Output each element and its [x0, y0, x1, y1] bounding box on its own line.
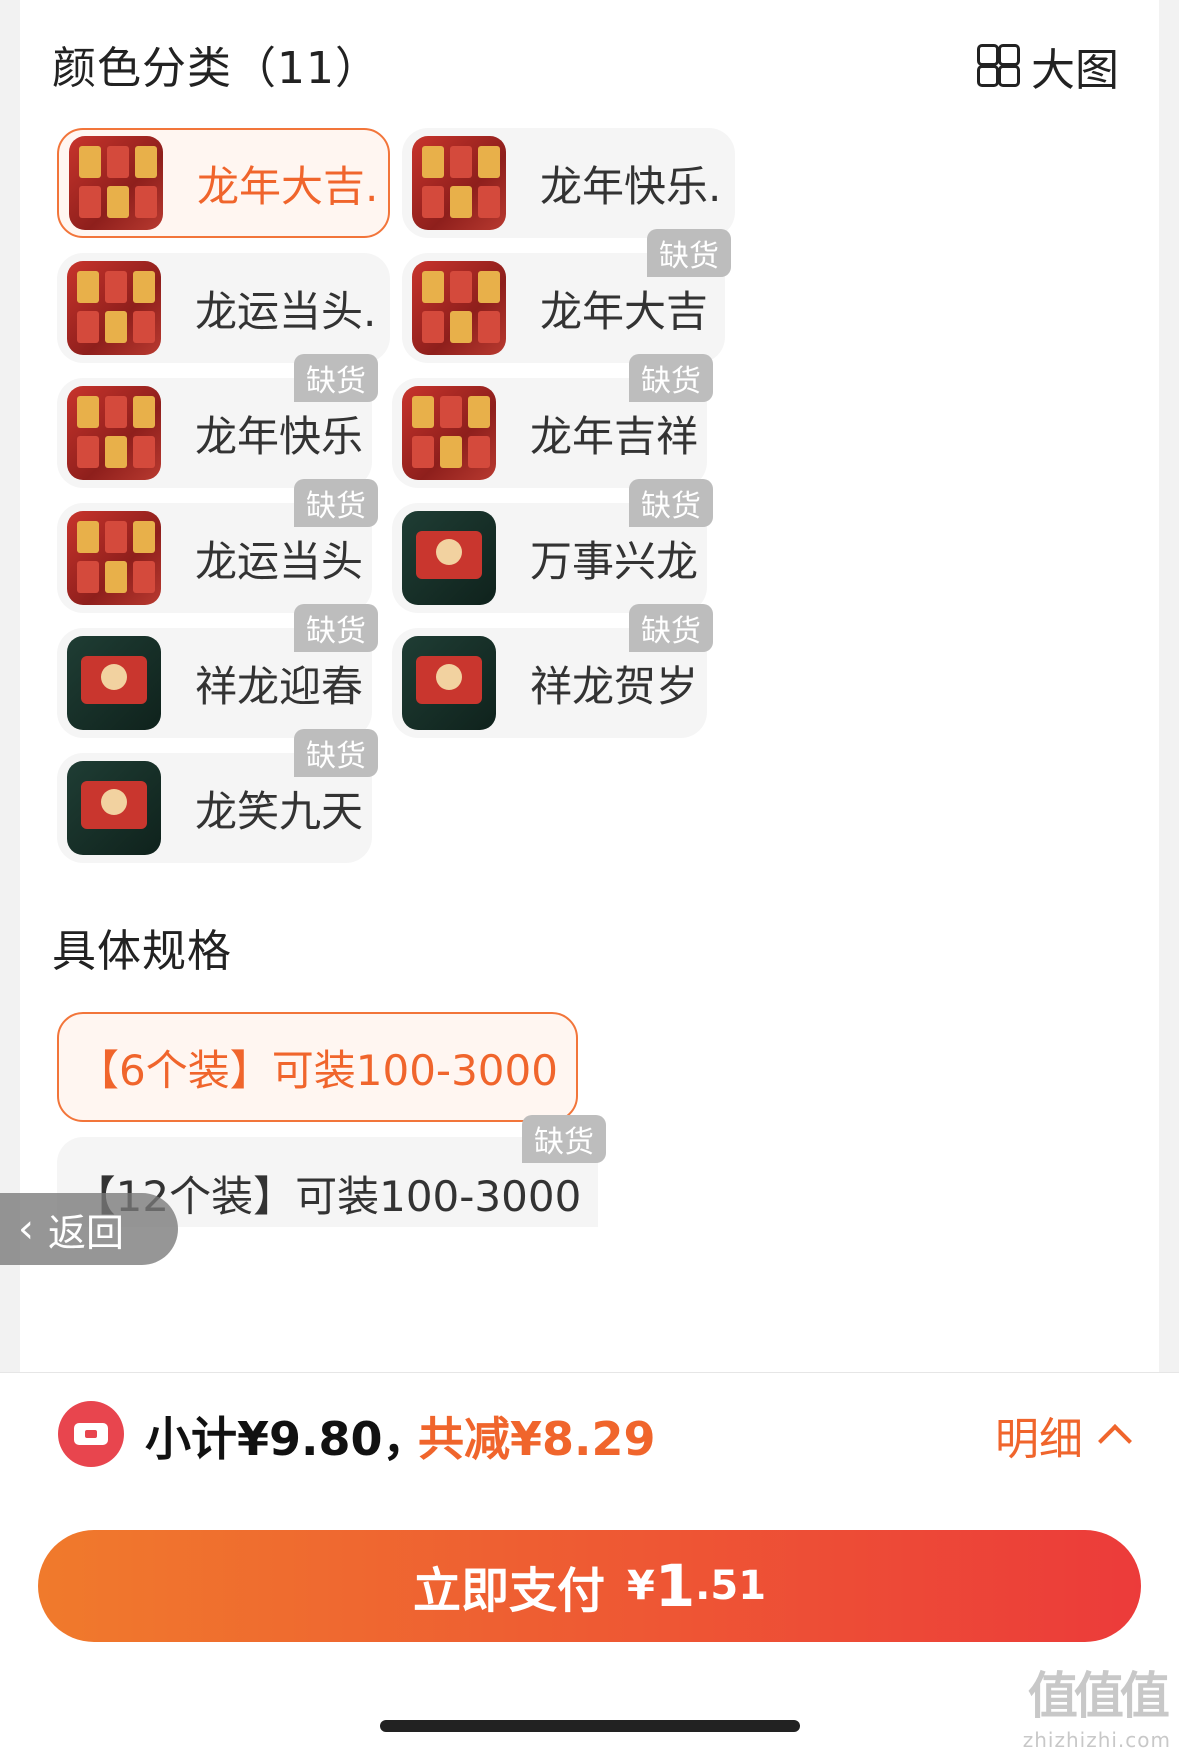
coupon-icon [58, 1401, 124, 1467]
spec-option-label: 【6个装】可装100-3000 [77, 1045, 558, 1095]
big-image-label: 大图 [1031, 45, 1119, 96]
product-thumbnail [69, 136, 163, 230]
pay-amount-integer: 1 [654, 1552, 696, 1620]
color-option[interactable]: 龙年大吉. [57, 128, 390, 238]
product-thumbnail [67, 386, 161, 480]
product-thumbnail [412, 136, 506, 230]
color-option[interactable]: 龙年快乐. [402, 128, 735, 238]
color-option-label: 龙运当头 [195, 536, 364, 586]
watermark-logo: 值值值 [1027, 1667, 1170, 1725]
color-option[interactable]: 龙年大吉 缺货 [402, 229, 731, 363]
sku-selector-sheet: 颜色分类（11） 大图 龙年大吉. 龙年快乐. 龙运当头. 龙年大吉 缺货 龙年… [20, 0, 1159, 1372]
back-button[interactable]: ‹ 返回 [0, 1193, 178, 1265]
out-of-stock-badge: 缺货 [294, 479, 378, 527]
color-option[interactable]: 龙运当头. [57, 253, 390, 363]
out-of-stock-badge: 缺货 [629, 479, 713, 527]
color-option[interactable]: 龙运当头 缺货 [57, 479, 378, 613]
color-option[interactable]: 祥龙迎春 缺货 [57, 604, 378, 738]
color-option-label: 龙年快乐. [540, 161, 722, 211]
color-option-label: 龙运当头. [195, 286, 377, 336]
discount-text: 共减¥8.29 [418, 1412, 656, 1466]
subtotal-text: 小计¥9.80， [145, 1412, 429, 1466]
color-option-label: 龙年大吉 [540, 286, 709, 336]
color-option-label: 龙笑九天 [195, 786, 364, 836]
watermark: 值值值 zhizhizhi.com [1023, 1656, 1171, 1752]
product-thumbnail [67, 261, 161, 355]
out-of-stock-badge: 缺货 [294, 604, 378, 652]
color-option-label: 祥龙迎春 [195, 661, 364, 711]
pay-amount-decimal: .51 [695, 1563, 767, 1609]
spec-section-title: 具体规格 [52, 926, 232, 977]
color-option-label: 万事兴龙 [530, 536, 699, 586]
color-option-label: 龙年吉祥 [530, 411, 699, 461]
color-option-label: 祥龙贺岁 [530, 661, 699, 711]
out-of-stock-badge: 缺货 [647, 229, 731, 277]
color-option-label: 龙年快乐 [195, 411, 364, 461]
product-thumbnail [67, 636, 161, 730]
chevron-up-icon [1098, 1424, 1132, 1458]
big-image-toggle[interactable]: 大图 [977, 34, 1119, 98]
product-thumbnail [67, 511, 161, 605]
out-of-stock-badge: 缺货 [522, 1115, 606, 1163]
spec-option[interactable]: 【6个装】可装100-3000 [57, 1012, 578, 1122]
color-option[interactable]: 龙笑九天 缺货 [57, 729, 378, 863]
color-section-title: 颜色分类（11） [52, 43, 380, 94]
color-option[interactable]: 龙年快乐 缺货 [57, 354, 378, 488]
color-option[interactable]: 万事兴龙 缺货 [392, 479, 713, 613]
home-indicator [380, 1720, 800, 1732]
product-thumbnail [402, 511, 496, 605]
product-thumbnail [412, 261, 506, 355]
color-option-label: 龙年大吉. [197, 161, 379, 211]
detail-toggle[interactable]: 明细 [995, 1403, 1132, 1467]
color-option[interactable]: 龙年吉祥 缺货 [392, 354, 713, 488]
product-thumbnail [67, 761, 161, 855]
chevron-left-icon: ‹ [18, 1206, 34, 1252]
color-option[interactable]: 祥龙贺岁 缺货 [392, 604, 713, 738]
product-thumbnail [402, 386, 496, 480]
grid-view-icon [977, 44, 1021, 88]
pay-label: 立即支付 [412, 1563, 605, 1619]
detail-label: 明细 [995, 1414, 1083, 1465]
watermark-domain: zhizhizhi.com [1022, 1728, 1171, 1752]
product-thumbnail [402, 636, 496, 730]
out-of-stock-badge: 缺货 [294, 729, 378, 777]
pay-currency: ¥ [626, 1563, 655, 1609]
back-label: 返回 [48, 1210, 125, 1255]
out-of-stock-badge: 缺货 [629, 604, 713, 652]
out-of-stock-badge: 缺货 [294, 354, 378, 402]
checkout-bar: 小计¥9.80， 共减¥8.29 明细 立即支付 ¥ 1 .51 值值值 zhi… [0, 1372, 1179, 1758]
pay-now-button[interactable]: 立即支付 ¥ 1 .51 [38, 1530, 1141, 1642]
out-of-stock-badge: 缺货 [629, 354, 713, 402]
